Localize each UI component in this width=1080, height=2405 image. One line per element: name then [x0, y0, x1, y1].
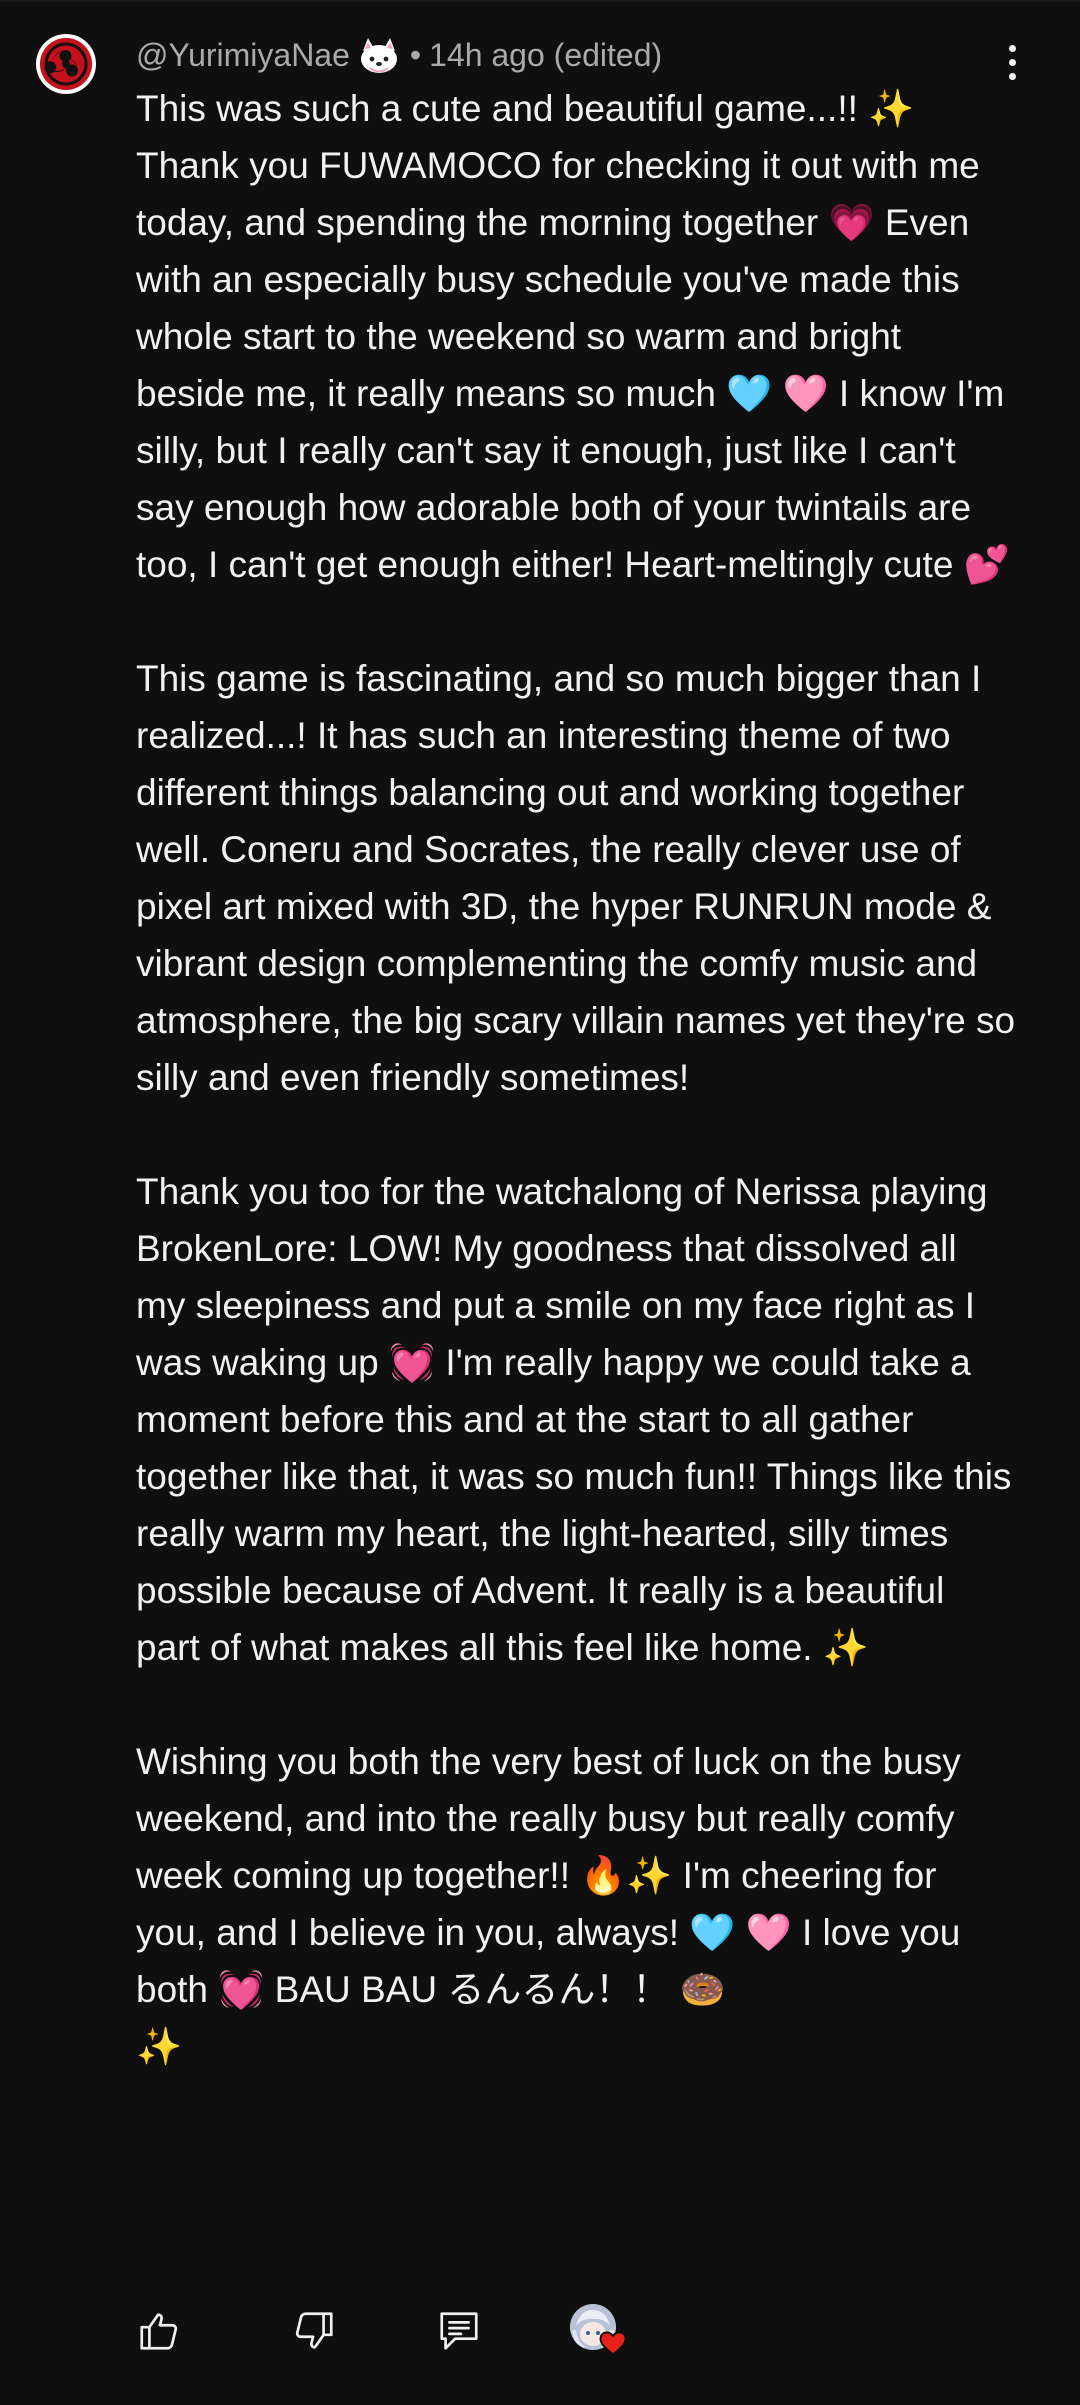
top-divider — [0, 0, 1080, 2]
like-button[interactable] — [136, 2308, 182, 2354]
meta-separator: • — [409, 36, 422, 73]
thumbs-up-icon — [140, 2313, 178, 2350]
thumbs-down-icon — [295, 2312, 333, 2349]
dislike-button[interactable] — [291, 2308, 337, 2354]
comment-timestamp[interactable]: 14h ago (edited) — [429, 37, 662, 74]
creator-heart-icon — [599, 2331, 627, 2356]
comment-meta: @YurimiyaNae • 14h ago (edited) — [136, 30, 662, 80]
author-avatar[interactable] — [36, 34, 96, 94]
comment-text: This was such a cute and beautiful game.… — [136, 88, 1016, 2067]
dog-member-badge-icon — [356, 35, 402, 75]
more-vertical-icon — [1008, 44, 1016, 52]
reply-button[interactable] — [436, 2308, 482, 2354]
creator-heart — [570, 2304, 627, 2360]
reply-comment-icon — [440, 2312, 478, 2350]
more-options-button[interactable] — [990, 40, 1034, 84]
comment-action-bar — [136, 2300, 1016, 2370]
tomoe-avatar-icon — [40, 38, 92, 90]
author-handle[interactable]: @YurimiyaNae — [136, 37, 350, 74]
